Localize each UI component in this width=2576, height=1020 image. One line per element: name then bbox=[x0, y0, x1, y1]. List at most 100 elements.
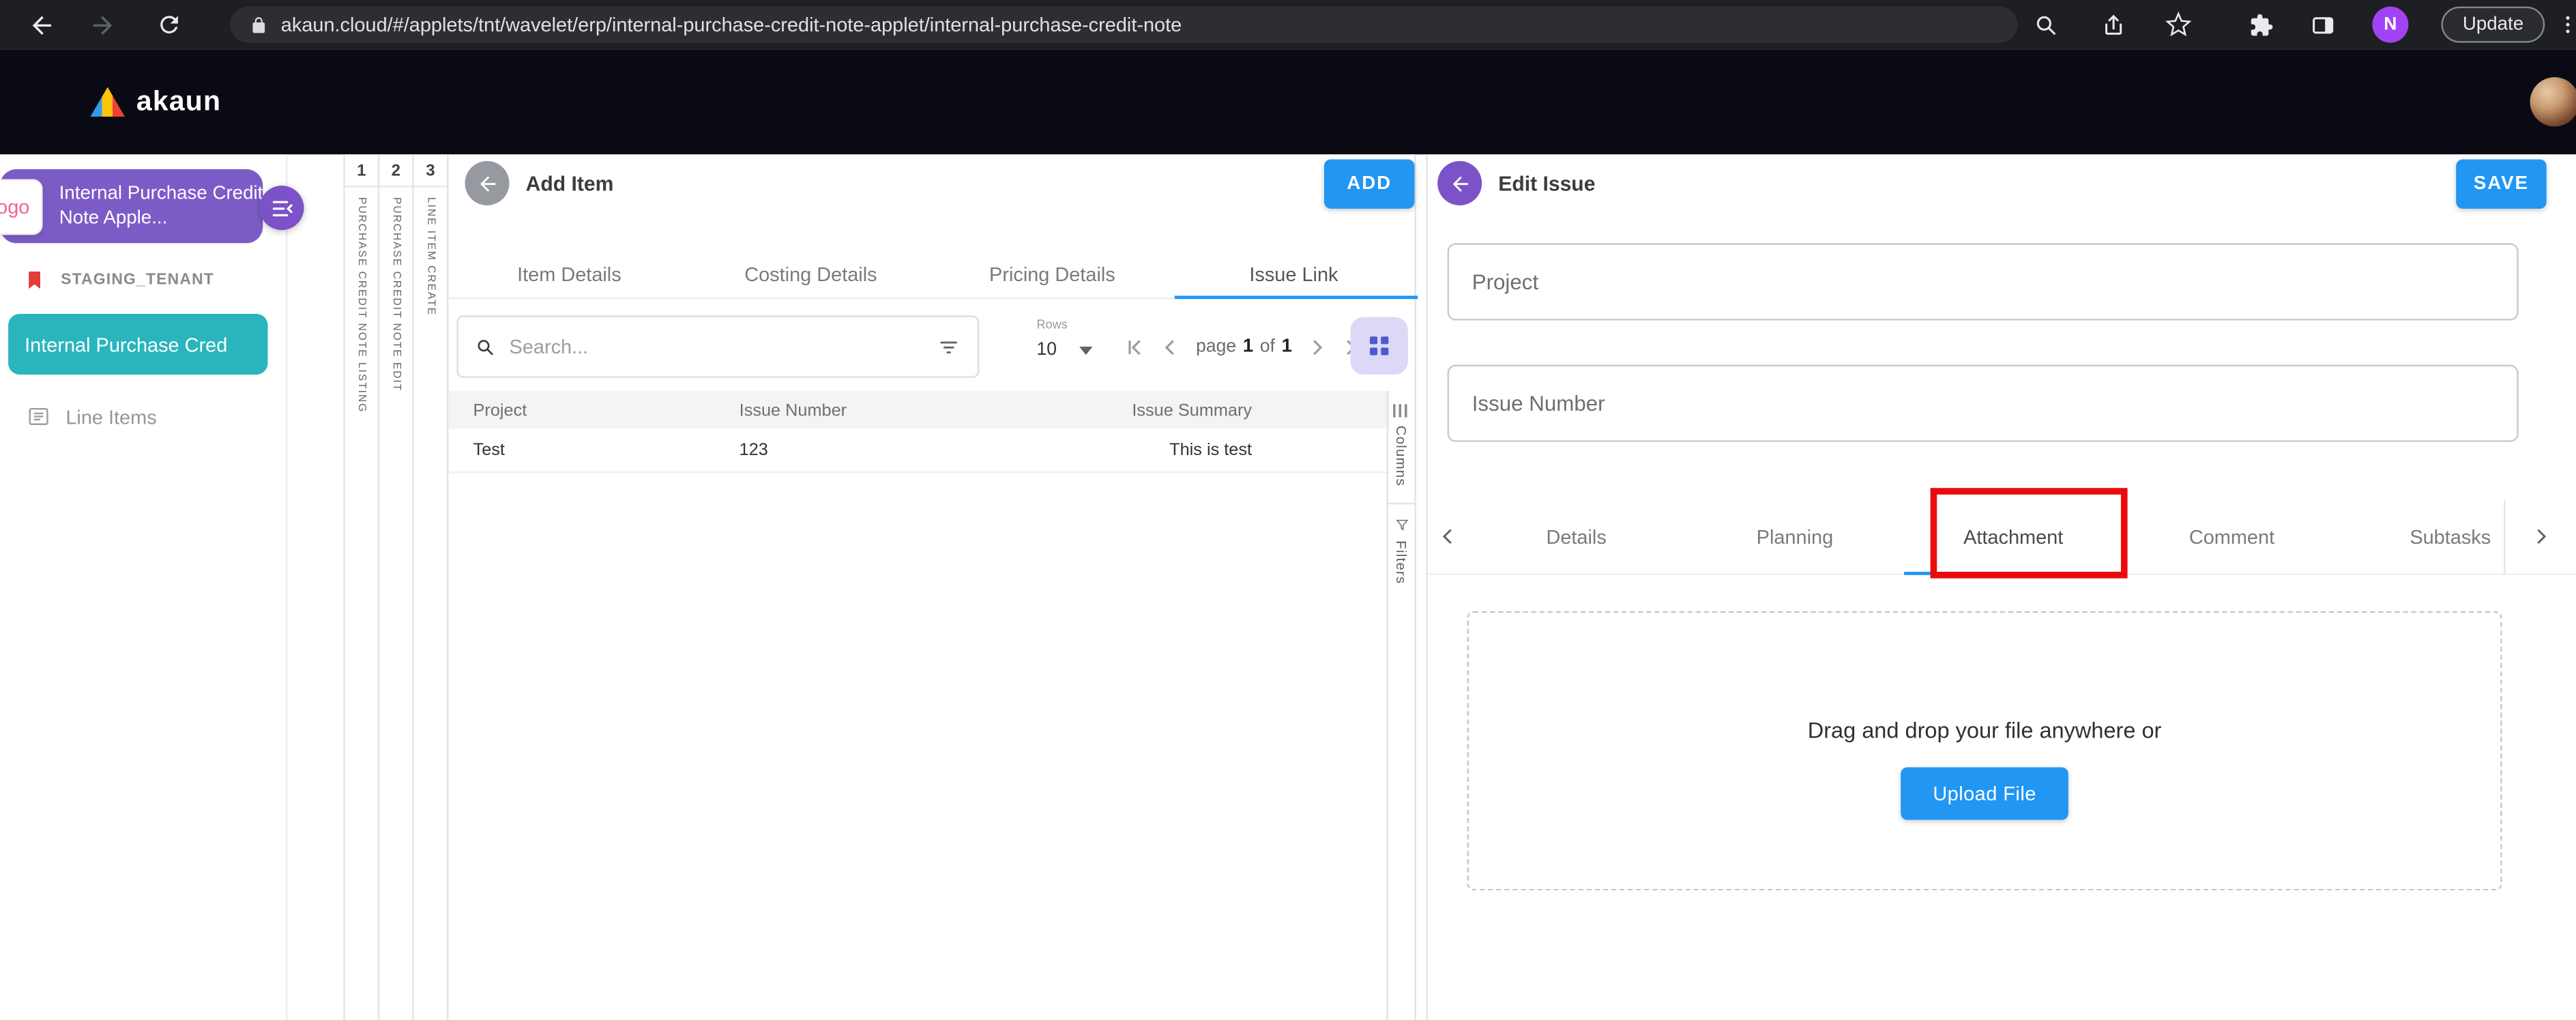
back-arrow-icon bbox=[475, 172, 499, 195]
share-button[interactable] bbox=[2100, 12, 2126, 38]
collapsed-panel-tab-1[interactable]: 1 PURCHASE CREDIT NOTE LISTING bbox=[343, 154, 378, 1020]
back-arrow-icon bbox=[27, 11, 55, 39]
back-arrow-icon bbox=[1448, 172, 1472, 195]
browser-profile-avatar[interactable]: N bbox=[2372, 7, 2408, 43]
bookmark-button[interactable] bbox=[2165, 12, 2192, 38]
panel-title: Edit Issue bbox=[1498, 173, 1595, 196]
pagination-first-button[interactable] bbox=[1124, 336, 1145, 357]
search-box[interactable] bbox=[456, 315, 979, 378]
table-header-row: Project Issue Number Issue Summary bbox=[448, 391, 1390, 428]
sidebar: ogo Internal Purchase Credit Note Apple.… bbox=[0, 154, 287, 1020]
tenant-row: STAGING_TENANT bbox=[23, 268, 214, 293]
column-header-issue-summary[interactable]: Issue Summary bbox=[1009, 400, 1255, 420]
app-header: akaun bbox=[0, 49, 2576, 154]
edit-issue-panel: Edit Issue SAVE Project Issue Number Det… bbox=[1426, 154, 2576, 1020]
user-avatar[interactable] bbox=[2530, 77, 2576, 126]
browser-menu-button[interactable] bbox=[2556, 12, 2576, 46]
sidebar-collapse-button[interactable] bbox=[259, 186, 304, 230]
tab-planning[interactable]: Planning bbox=[1686, 525, 1904, 548]
sidebar-toggle-button[interactable] bbox=[2310, 12, 2337, 38]
tab-details[interactable]: Details bbox=[1467, 525, 1685, 548]
cell-project: Test bbox=[448, 440, 716, 460]
brand-logo-icon bbox=[90, 87, 125, 117]
chevron-left-icon bbox=[1437, 526, 1458, 547]
extensions-puzzle-icon bbox=[2249, 12, 2273, 37]
table-row[interactable]: Test 123 This is test bbox=[448, 429, 1390, 473]
main-content: ogo Internal Purchase Credit Note Apple.… bbox=[0, 154, 2576, 1020]
collapsed-panel-tab-3[interactable]: 3 LINE ITEM CREATE bbox=[412, 154, 447, 1020]
share-icon bbox=[2101, 12, 2125, 37]
issue-number-field[interactable]: Issue Number bbox=[1448, 365, 2519, 442]
browser-back-button[interactable] bbox=[21, 5, 61, 44]
tab-pricing-details[interactable]: Pricing Details bbox=[931, 250, 1173, 297]
add-item-back-button[interactable] bbox=[465, 161, 510, 205]
browser-reload-button[interactable] bbox=[149, 5, 189, 44]
add-button[interactable]: ADD bbox=[1324, 160, 1414, 209]
tenant-name: STAGING_TENANT bbox=[61, 271, 214, 289]
search-input[interactable] bbox=[510, 335, 924, 358]
tab-item-details[interactable]: Item Details bbox=[448, 250, 690, 297]
extensions-button[interactable] bbox=[2247, 12, 2274, 38]
funnel-icon bbox=[1394, 518, 1409, 533]
chevron-right-icon bbox=[2530, 526, 2551, 547]
page-total: 1 bbox=[1282, 337, 1292, 357]
pagination: page 1 of 1 bbox=[1124, 325, 1364, 368]
save-button[interactable]: SAVE bbox=[2456, 160, 2546, 209]
file-dropzone[interactable]: Drag and drop your file anywhere or Uplo… bbox=[1467, 611, 2502, 890]
view-toggle-button[interactable] bbox=[1351, 317, 1408, 375]
tab-costing-details[interactable]: Costing Details bbox=[690, 250, 931, 297]
side-tab-label: Columns bbox=[1393, 426, 1409, 486]
tab-subtasks[interactable]: Subtasks bbox=[2341, 525, 2506, 548]
rows-label: Rows bbox=[1037, 317, 1119, 332]
column-header-issue-number[interactable]: Issue Number bbox=[716, 400, 1009, 420]
grip-icon bbox=[1393, 404, 1409, 417]
panel-title: Add Item bbox=[526, 173, 614, 196]
panel-number: 2 bbox=[379, 154, 412, 187]
pagination-prev-button[interactable] bbox=[1160, 336, 1181, 357]
sidebar-item-line-items[interactable]: Line Items bbox=[27, 404, 157, 428]
omnibox[interactable]: akaun.cloud/#/applets/tnt/wavelet/erp/in… bbox=[230, 7, 2017, 43]
module-button[interactable]: Internal Purchase Cred bbox=[8, 314, 267, 375]
rows-per-page-select[interactable]: Rows 10 bbox=[1037, 317, 1119, 360]
panel-label: PURCHASE CREDIT NOTE EDIT bbox=[390, 197, 402, 392]
issue-table: Project Issue Number Issue Summary Test … bbox=[448, 391, 1390, 473]
browser-update-button[interactable]: Update bbox=[2442, 7, 2545, 43]
column-header-project[interactable]: Project bbox=[448, 400, 716, 420]
filter-icon[interactable] bbox=[937, 334, 961, 359]
tabs-scroll-left-button[interactable] bbox=[1428, 526, 1467, 547]
zoom-icon bbox=[2033, 12, 2058, 37]
columns-side-tab[interactable]: Columns bbox=[1393, 391, 1409, 486]
panel-number: 3 bbox=[414, 154, 447, 187]
tab-comment[interactable]: Comment bbox=[2122, 525, 2341, 548]
reload-icon bbox=[156, 12, 183, 38]
pagination-next-button[interactable] bbox=[1307, 336, 1328, 357]
project-field[interactable]: Project bbox=[1448, 243, 2519, 320]
collapsed-panel-tab-2[interactable]: 2 PURCHASE CREDIT NOTE EDIT bbox=[378, 154, 413, 1020]
tabs-scroll-right-button[interactable] bbox=[2504, 499, 2576, 575]
upload-file-button[interactable]: Upload File bbox=[1901, 768, 2068, 820]
browser-forward-button[interactable] bbox=[82, 5, 121, 44]
panel-label: LINE ITEM CREATE bbox=[425, 197, 437, 316]
applet-logo-chip: ogo bbox=[0, 179, 43, 235]
filters-side-tab[interactable]: Filters bbox=[1393, 504, 1409, 584]
chevron-right-icon bbox=[1307, 336, 1328, 357]
tab-issue-link[interactable]: Issue Link bbox=[1173, 250, 1414, 297]
panel-label: PURCHASE CREDIT NOTE LISTING bbox=[355, 197, 367, 413]
kebab-menu-icon bbox=[2556, 12, 2576, 38]
sidebar-item-label: Line Items bbox=[65, 405, 156, 428]
browser-toolbar: akaun.cloud/#/applets/tnt/wavelet/erp/in… bbox=[0, 0, 2576, 49]
url-text: akaun.cloud/#/applets/tnt/wavelet/erp/in… bbox=[281, 13, 1182, 36]
bookmark-star-icon bbox=[2165, 12, 2192, 38]
cell-issue-number: 123 bbox=[716, 440, 1009, 460]
active-tab-indicator bbox=[1175, 295, 1418, 299]
chevron-left-icon bbox=[1160, 336, 1181, 357]
add-item-panel: Add Item ADD Item Details Costing Detail… bbox=[447, 154, 1416, 1020]
edit-issue-back-button[interactable] bbox=[1437, 161, 1482, 205]
list-icon bbox=[27, 404, 51, 428]
lock-icon bbox=[250, 16, 267, 33]
zoom-button[interactable] bbox=[2032, 12, 2059, 38]
brand-name: akaun bbox=[136, 85, 221, 118]
table-side-strip: Columns Filters bbox=[1386, 391, 1414, 1020]
search-icon bbox=[475, 336, 496, 357]
grid-view-icon bbox=[1365, 332, 1393, 360]
